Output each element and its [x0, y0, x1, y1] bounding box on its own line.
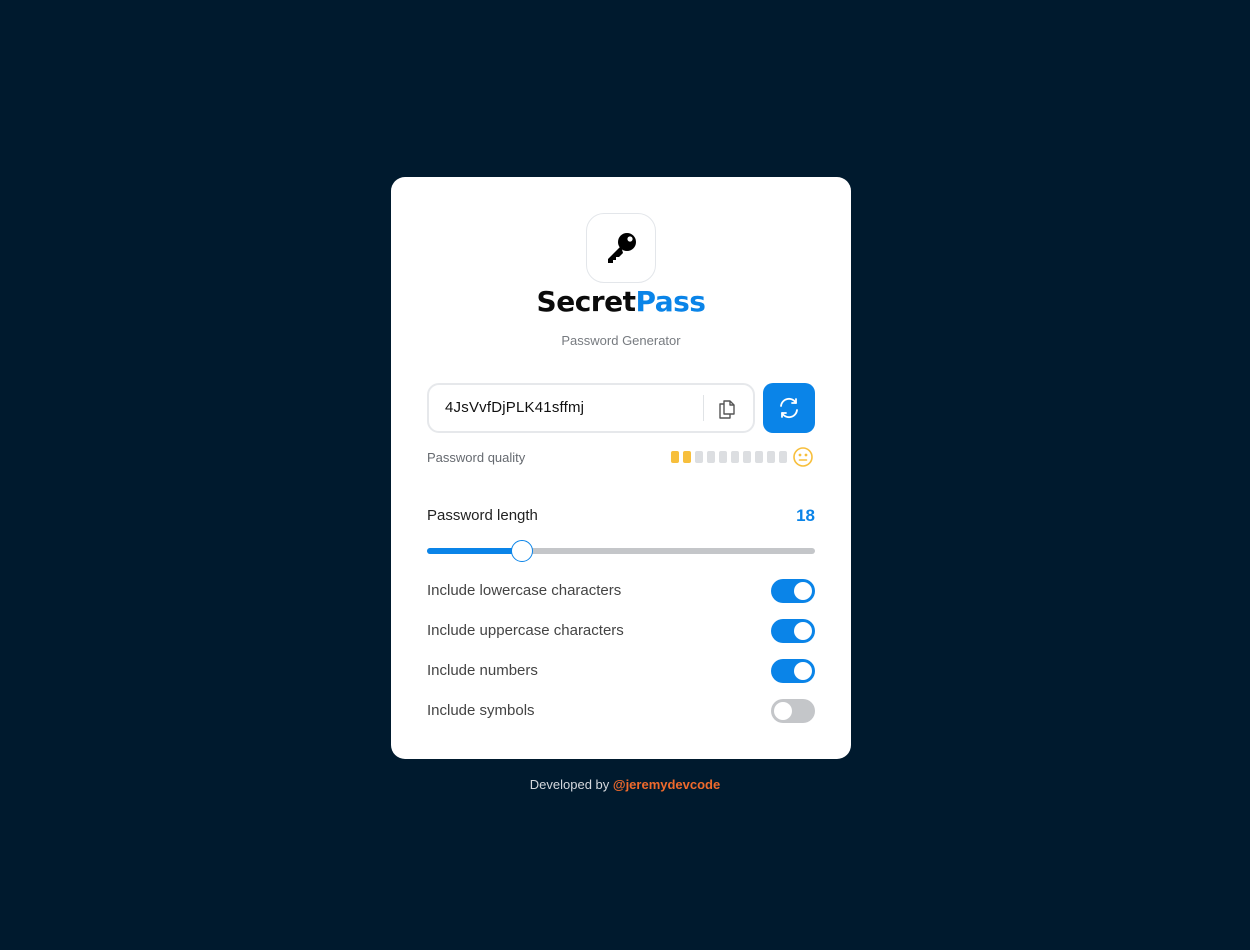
- length-slider-thumb[interactable]: [511, 540, 534, 562]
- quality-meter: [671, 451, 787, 463]
- length-label: Password length: [427, 507, 538, 524]
- quality-segment: [767, 451, 775, 463]
- option-lowercase-label: Include lowercase characters: [427, 582, 622, 599]
- quality-segment: [707, 451, 715, 463]
- quality-segment: [755, 451, 763, 463]
- app-title-part2: Pass: [635, 285, 706, 318]
- app-title-part1: Secret: [536, 285, 636, 318]
- option-numbers-label: Include numbers: [427, 662, 538, 679]
- footer-credit: Developed by @jeremydevcode: [0, 777, 1250, 792]
- logo-badge: [586, 213, 656, 283]
- copy-icon: [719, 400, 735, 419]
- app-subtitle: Password Generator: [561, 333, 681, 348]
- password-divider: [703, 395, 704, 421]
- option-uppercase: Include uppercase characters: [427, 619, 815, 643]
- length-value: 18: [796, 506, 815, 525]
- option-lowercase: Include lowercase characters: [427, 579, 815, 603]
- numbers-toggle[interactable]: [771, 659, 815, 683]
- uppercase-toggle[interactable]: [771, 619, 815, 643]
- quality-segment: [719, 451, 727, 463]
- option-symbols: Include symbols: [427, 699, 815, 723]
- quality-segment: [683, 451, 691, 463]
- key-icon: [608, 233, 636, 263]
- toggle-knob: [794, 582, 812, 600]
- symbols-toggle[interactable]: [771, 699, 815, 723]
- quality-segment: [743, 451, 751, 463]
- quality-segment: [731, 451, 739, 463]
- toggle-knob: [774, 702, 792, 720]
- lowercase-toggle[interactable]: [771, 579, 815, 603]
- length-slider-fill: [427, 548, 523, 554]
- regenerate-button[interactable]: [763, 383, 815, 433]
- quality-segment: [779, 451, 787, 463]
- refresh-icon: [780, 397, 798, 419]
- quality-segment: [695, 451, 703, 463]
- option-symbols-label: Include symbols: [427, 702, 535, 719]
- quality-segment: [671, 451, 679, 463]
- length-slider[interactable]: [427, 540, 815, 562]
- toggle-knob: [794, 622, 812, 640]
- author-link[interactable]: @jeremydevcode: [613, 777, 720, 792]
- neutral-face-icon: [793, 447, 813, 467]
- option-uppercase-label: Include uppercase characters: [427, 622, 624, 639]
- option-numbers: Include numbers: [427, 659, 815, 683]
- toggle-knob: [794, 662, 812, 680]
- password-text[interactable]: 4JsVvfDjPLK41sffmj: [445, 399, 584, 416]
- footer-prefix: Developed by: [529, 777, 610, 792]
- generator-card: SecretPass Password Generator 4JsVvfDjPL…: [391, 177, 851, 759]
- copy-button[interactable]: [713, 395, 741, 423]
- quality-label: Password quality: [427, 450, 526, 465]
- app-title: SecretPass: [391, 285, 851, 318]
- password-output[interactable]: 4JsVvfDjPLK41sffmj: [427, 383, 755, 433]
